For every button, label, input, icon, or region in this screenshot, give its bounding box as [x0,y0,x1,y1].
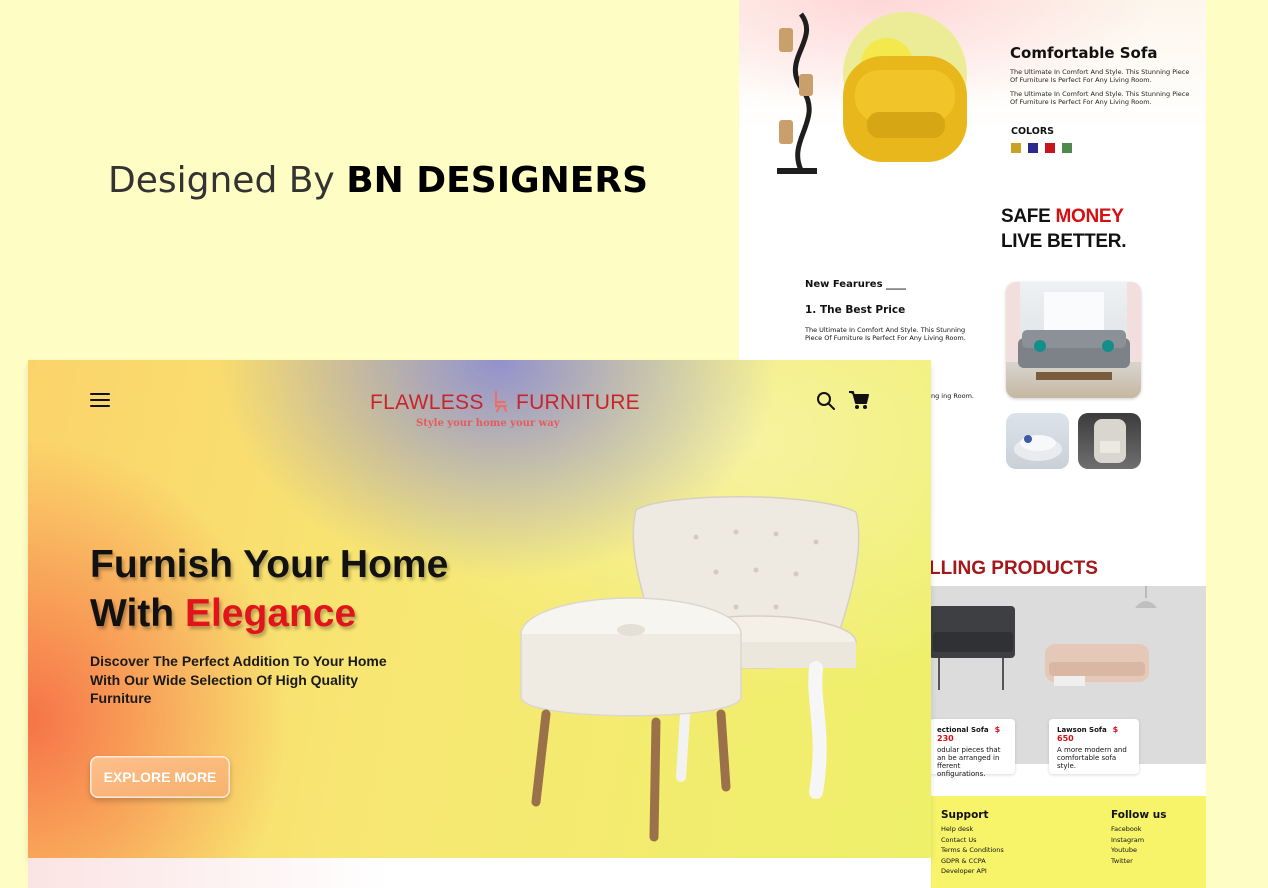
floor-lamp-image [777,12,817,174]
logo-word-right: FURNITURE [515,391,640,414]
social-link[interactable]: Youtube [1111,845,1166,856]
product-name: Lawson Sofa [1057,726,1107,734]
credit-prefix: Designed By [108,160,347,201]
product-card[interactable]: ectional Sofa $ 230 odular pieces that an… [929,719,1015,778]
yellow-armchair-image [843,12,967,162]
promo-live-better: LIVE BETTER. [1001,231,1127,252]
footer-link[interactable]: Terms & Conditions [941,845,1004,856]
product-description: The Ultimate In Comfort And Style. This … [1010,68,1190,84]
footer: Support Help desk Contact Us Terms & Con… [929,796,1206,888]
logo-tagline: Style your home your way [416,418,560,429]
product-card[interactable]: Lawson Sofa $ 650 A more modern and comfo… [1049,719,1139,774]
hamburger-menu-icon[interactable] [90,393,110,409]
social-link[interactable]: Facebook [1111,824,1166,835]
search-icon[interactable] [816,391,836,411]
products-band: ectional Sofa $ 230 odular pieces that an… [929,586,1206,778]
product-description: odular pieces that an be arranged in ffe… [937,746,1001,778]
support-heading: Support [941,809,989,821]
color-swatch[interactable] [1045,143,1055,153]
product-name: ectional Sofa [937,726,989,734]
footer-link[interactable]: GDPR & CCPA [941,856,1004,867]
promo-heading: SAFE MONEY LIVE BETTER. [1001,204,1127,254]
headline-with: With [90,592,185,635]
follow-column: Follow us Facebook Instagram Youtube Twi… [1111,808,1166,866]
designer-credit: Designed By BN DESIGNERS [108,160,648,201]
color-swatch[interactable] [1028,143,1038,153]
product-title: Comfortable Sofa [1010,44,1158,62]
headline-elegance: Elegance [184,592,357,635]
round-sofa-photo [1006,413,1069,469]
feature-title: 1. The Best Price [805,304,906,316]
hero-headline: Furnish Your Home With Elegance [90,540,448,638]
best-selling-heading: LLING PRODUCTS [929,558,1098,579]
product-description: The Ultimate In Comfort And Style. This … [1010,90,1190,106]
explore-more-button[interactable]: EXPLORE MORE [90,756,230,798]
colors-label: COLORS [1011,126,1054,137]
hero-subtext: Discover The Perfect Addition To Your Ho… [90,653,387,706]
promo-safe: SAFE [1001,206,1056,227]
promo-money: MONEY [1055,206,1124,227]
logo-word-left: FLAWLESS [370,391,484,414]
color-swatch[interactable] [1011,143,1021,153]
living-room-photo [1006,282,1141,398]
footer-link[interactable]: Developer API [941,866,1004,877]
color-swatch[interactable] [1062,143,1072,153]
hero-section: FLAWLESS FURNITURE Style your home your … [28,360,931,858]
features-heading: New Fearures ____ [805,279,907,290]
white-chair-ottoman-image [520,496,860,842]
hero-bottom-strip [28,858,931,888]
feature-description: The Ultimate In Comfort And Style. This … [805,326,966,342]
social-link[interactable]: Twitter [1111,856,1166,867]
chair-logo-icon [494,390,507,413]
shopping-cart-icon[interactable] [848,390,870,411]
follow-heading: Follow us [1111,809,1167,821]
brand-logo[interactable]: FLAWLESS FURNITURE [370,390,640,415]
footer-link[interactable]: Contact Us [941,835,1004,846]
headline-line1: Furnish Your Home [90,543,449,586]
product-description: A more modern and comfortable sofa style… [1057,746,1127,770]
support-column: Support Help desk Contact Us Terms & Con… [941,808,1004,877]
social-link[interactable]: Instagram [1111,835,1166,846]
footer-link[interactable]: Help desk [941,824,1004,835]
wingback-chair-photo [1078,413,1141,469]
designer-brand: BN DESIGNERS [346,160,649,201]
